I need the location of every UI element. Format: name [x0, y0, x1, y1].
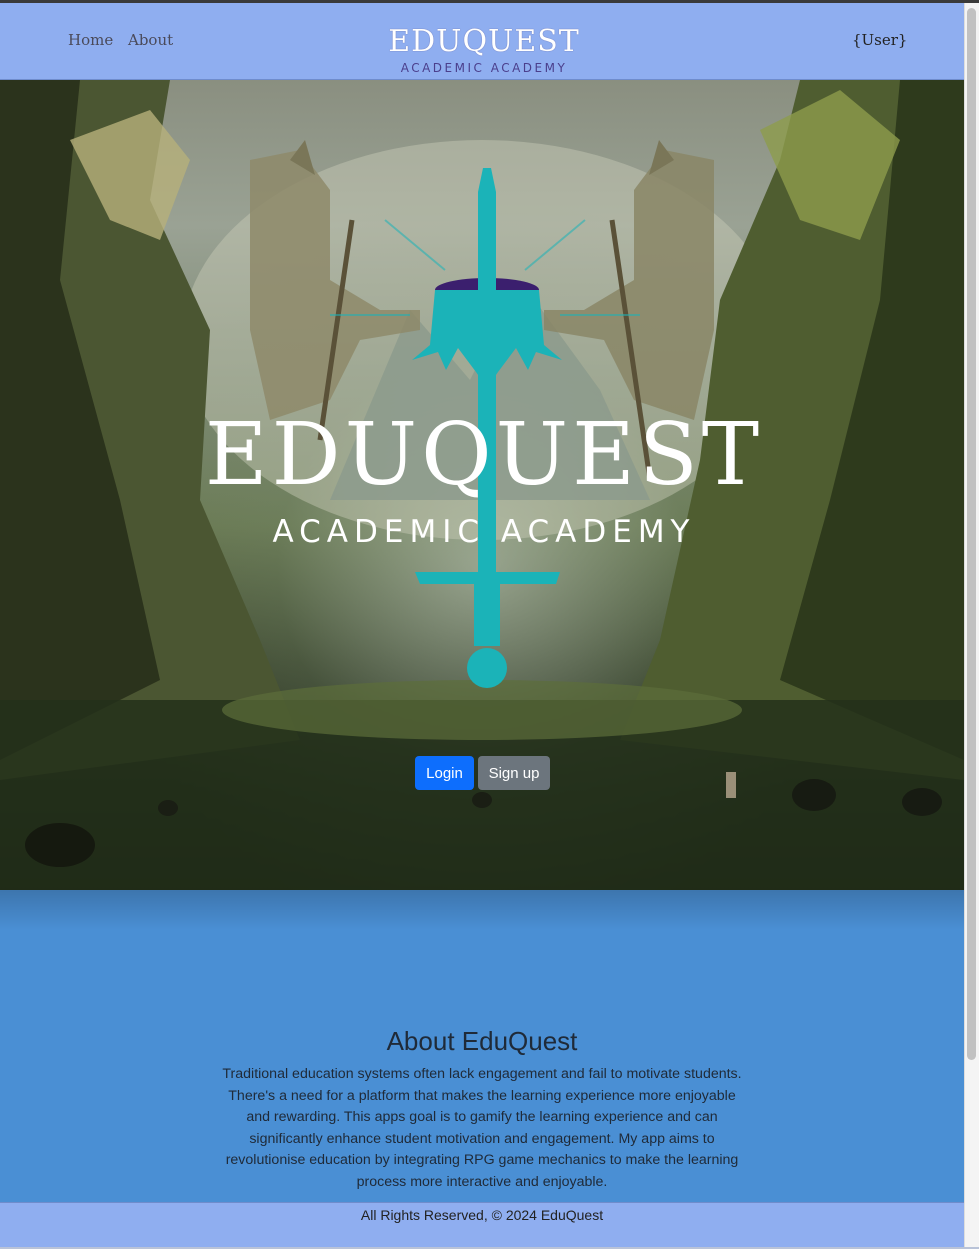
- brand-logo[interactable]: EDUQUEST ACADEMIC ACADEMY: [366, 24, 602, 75]
- nav-home-link[interactable]: Home: [68, 31, 113, 49]
- hero-logo-title: EDUQUEST: [205, 405, 763, 505]
- about-section: About EduQuest Traditional education sys…: [0, 890, 964, 1202]
- section-shadow: [0, 890, 964, 930]
- about-text: Traditional education systems often lack…: [222, 1066, 742, 1190]
- navbar: Home About EDUQUEST ACADEMIC ACADEMY {Us…: [0, 3, 964, 80]
- scrollbar-thumb[interactable]: [967, 8, 976, 1060]
- brand-subtitle: ACADEMIC ACADEMY: [400, 61, 568, 75]
- hero-logo-subtitle: ACADEMIC ACADEMY: [272, 514, 695, 550]
- user-menu-link[interactable]: {User}: [852, 31, 907, 49]
- login-button[interactable]: Login: [415, 756, 474, 790]
- brand-title: EDUQUEST: [388, 24, 580, 59]
- about-heading: About EduQuest: [386, 1026, 578, 1056]
- footer: All Rights Reserved, © 2024 EduQuest: [0, 1202, 964, 1249]
- signup-button[interactable]: Sign up: [478, 756, 550, 790]
- hero-section: EDUQUEST ACADEMIC ACADEMY Login Sign up: [0, 80, 964, 890]
- footer-copyright: All Rights Reserved, © 2024 EduQuest: [360, 1207, 604, 1223]
- nav-about-link[interactable]: About: [128, 31, 173, 49]
